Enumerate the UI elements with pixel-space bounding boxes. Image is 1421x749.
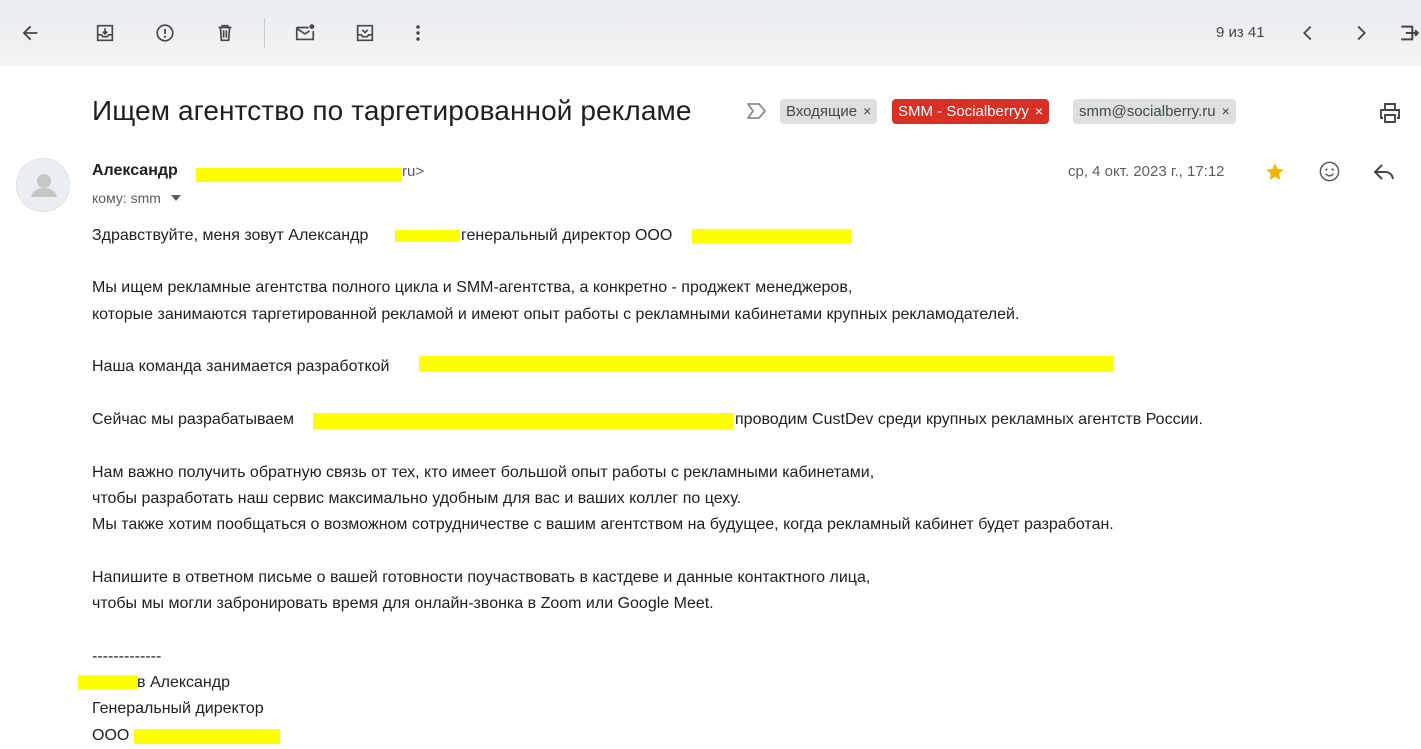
recipient-text: кому: smm [92, 190, 161, 206]
toolbar-divider [264, 18, 265, 48]
body-para2: Наша команда занимается разработкой [92, 358, 390, 375]
newer-chevron-left-icon[interactable] [1294, 19, 1322, 47]
body-para1-line1: Мы ищем рекламные агентства полного цикл… [92, 279, 853, 296]
move-to-icon[interactable] [351, 19, 379, 47]
important-marker-icon[interactable] [746, 102, 768, 120]
greeting-pre-text: Здравствуйте, меня зовут Александр [92, 227, 369, 244]
older-chevron-right-icon[interactable] [1347, 19, 1375, 47]
body-para4-line1: Нам важно получить обратную связь от тех… [92, 464, 875, 481]
label-chip-inbox[interactable]: Входящие × [780, 99, 878, 124]
sender-email-tail: ru> [402, 163, 425, 180]
redaction-mark [313, 413, 734, 429]
toolbar: 9 из 41 [0, 0, 1421, 66]
print-icon[interactable] [1376, 99, 1404, 127]
mark-unread-icon[interactable] [291, 19, 319, 47]
label-smm-text: SMM - Socialberryy [898, 103, 1029, 120]
remove-label-email-icon[interactable]: × [1222, 99, 1230, 124]
label-chip-email[interactable]: smm@socialberry.ru × [1073, 99, 1236, 124]
redaction-mark [78, 675, 137, 689]
signature-company: ООО [92, 727, 130, 744]
signature-title: Генеральный директор [92, 700, 264, 717]
body-para4-line3: Мы также хотим пообщаться о возможном со… [92, 516, 1114, 533]
body-para1-line2: которые занимаются таргетированной рекла… [92, 306, 1020, 323]
star-icon[interactable] [1263, 160, 1287, 184]
pager-count: 9 из 41 [1216, 24, 1265, 41]
body-greeting: Здравствуйте, меня зовут Александр [92, 227, 368, 245]
emoji-reaction-icon[interactable] [1317, 159, 1341, 183]
redaction-mark [196, 168, 402, 182]
label-email-text: smm@socialberry.ru [1079, 103, 1216, 120]
back-arrow-icon[interactable] [16, 19, 44, 47]
remove-label-smm-icon[interactable]: × [1035, 99, 1043, 124]
more-vert-icon[interactable] [404, 19, 432, 47]
report-spam-icon[interactable] [151, 19, 179, 47]
signature-separator: ------------- [92, 648, 162, 665]
body-para3-pre: Сейчас мы разрабатываем [92, 411, 295, 428]
redaction-mark [134, 729, 280, 744]
label-inbox-text: Входящие [786, 103, 858, 120]
body-para5-line1: Напишите в ответном письме о вашей готов… [92, 569, 871, 586]
archive-icon[interactable] [91, 19, 119, 47]
recipient-details[interactable]: кому: smm [92, 190, 181, 206]
body-para5-line2: чтобы мы могли забронировать время для о… [92, 595, 714, 612]
body-para4-line2: чтобы разработать наш сервис максимально… [92, 490, 742, 507]
email-date: ср, 4 окт. 2023 г., 17:12 [1068, 163, 1225, 180]
signature-name: в Александр [137, 674, 230, 691]
email-subject: Ищем агентство по таргетированной реклам… [92, 95, 692, 126]
body-para3-post: проводим CustDev среди крупных рекламных… [735, 411, 1203, 428]
redaction-mark [692, 229, 852, 243]
label-chip-smm[interactable]: SMM - Socialberryy × [892, 99, 1050, 124]
redaction-mark [395, 230, 460, 242]
remove-label-inbox-icon[interactable]: × [863, 99, 871, 124]
sender-avatar[interactable] [16, 158, 70, 212]
redaction-mark [419, 356, 1114, 372]
reply-icon[interactable] [1371, 160, 1397, 184]
delete-icon[interactable] [211, 19, 239, 47]
input-tools-icon[interactable] [1398, 19, 1421, 47]
greeting-post-text: генеральный директор ООО [461, 227, 673, 244]
sender-name[interactable]: Александр [92, 162, 178, 180]
chevron-down-icon[interactable] [170, 195, 181, 201]
